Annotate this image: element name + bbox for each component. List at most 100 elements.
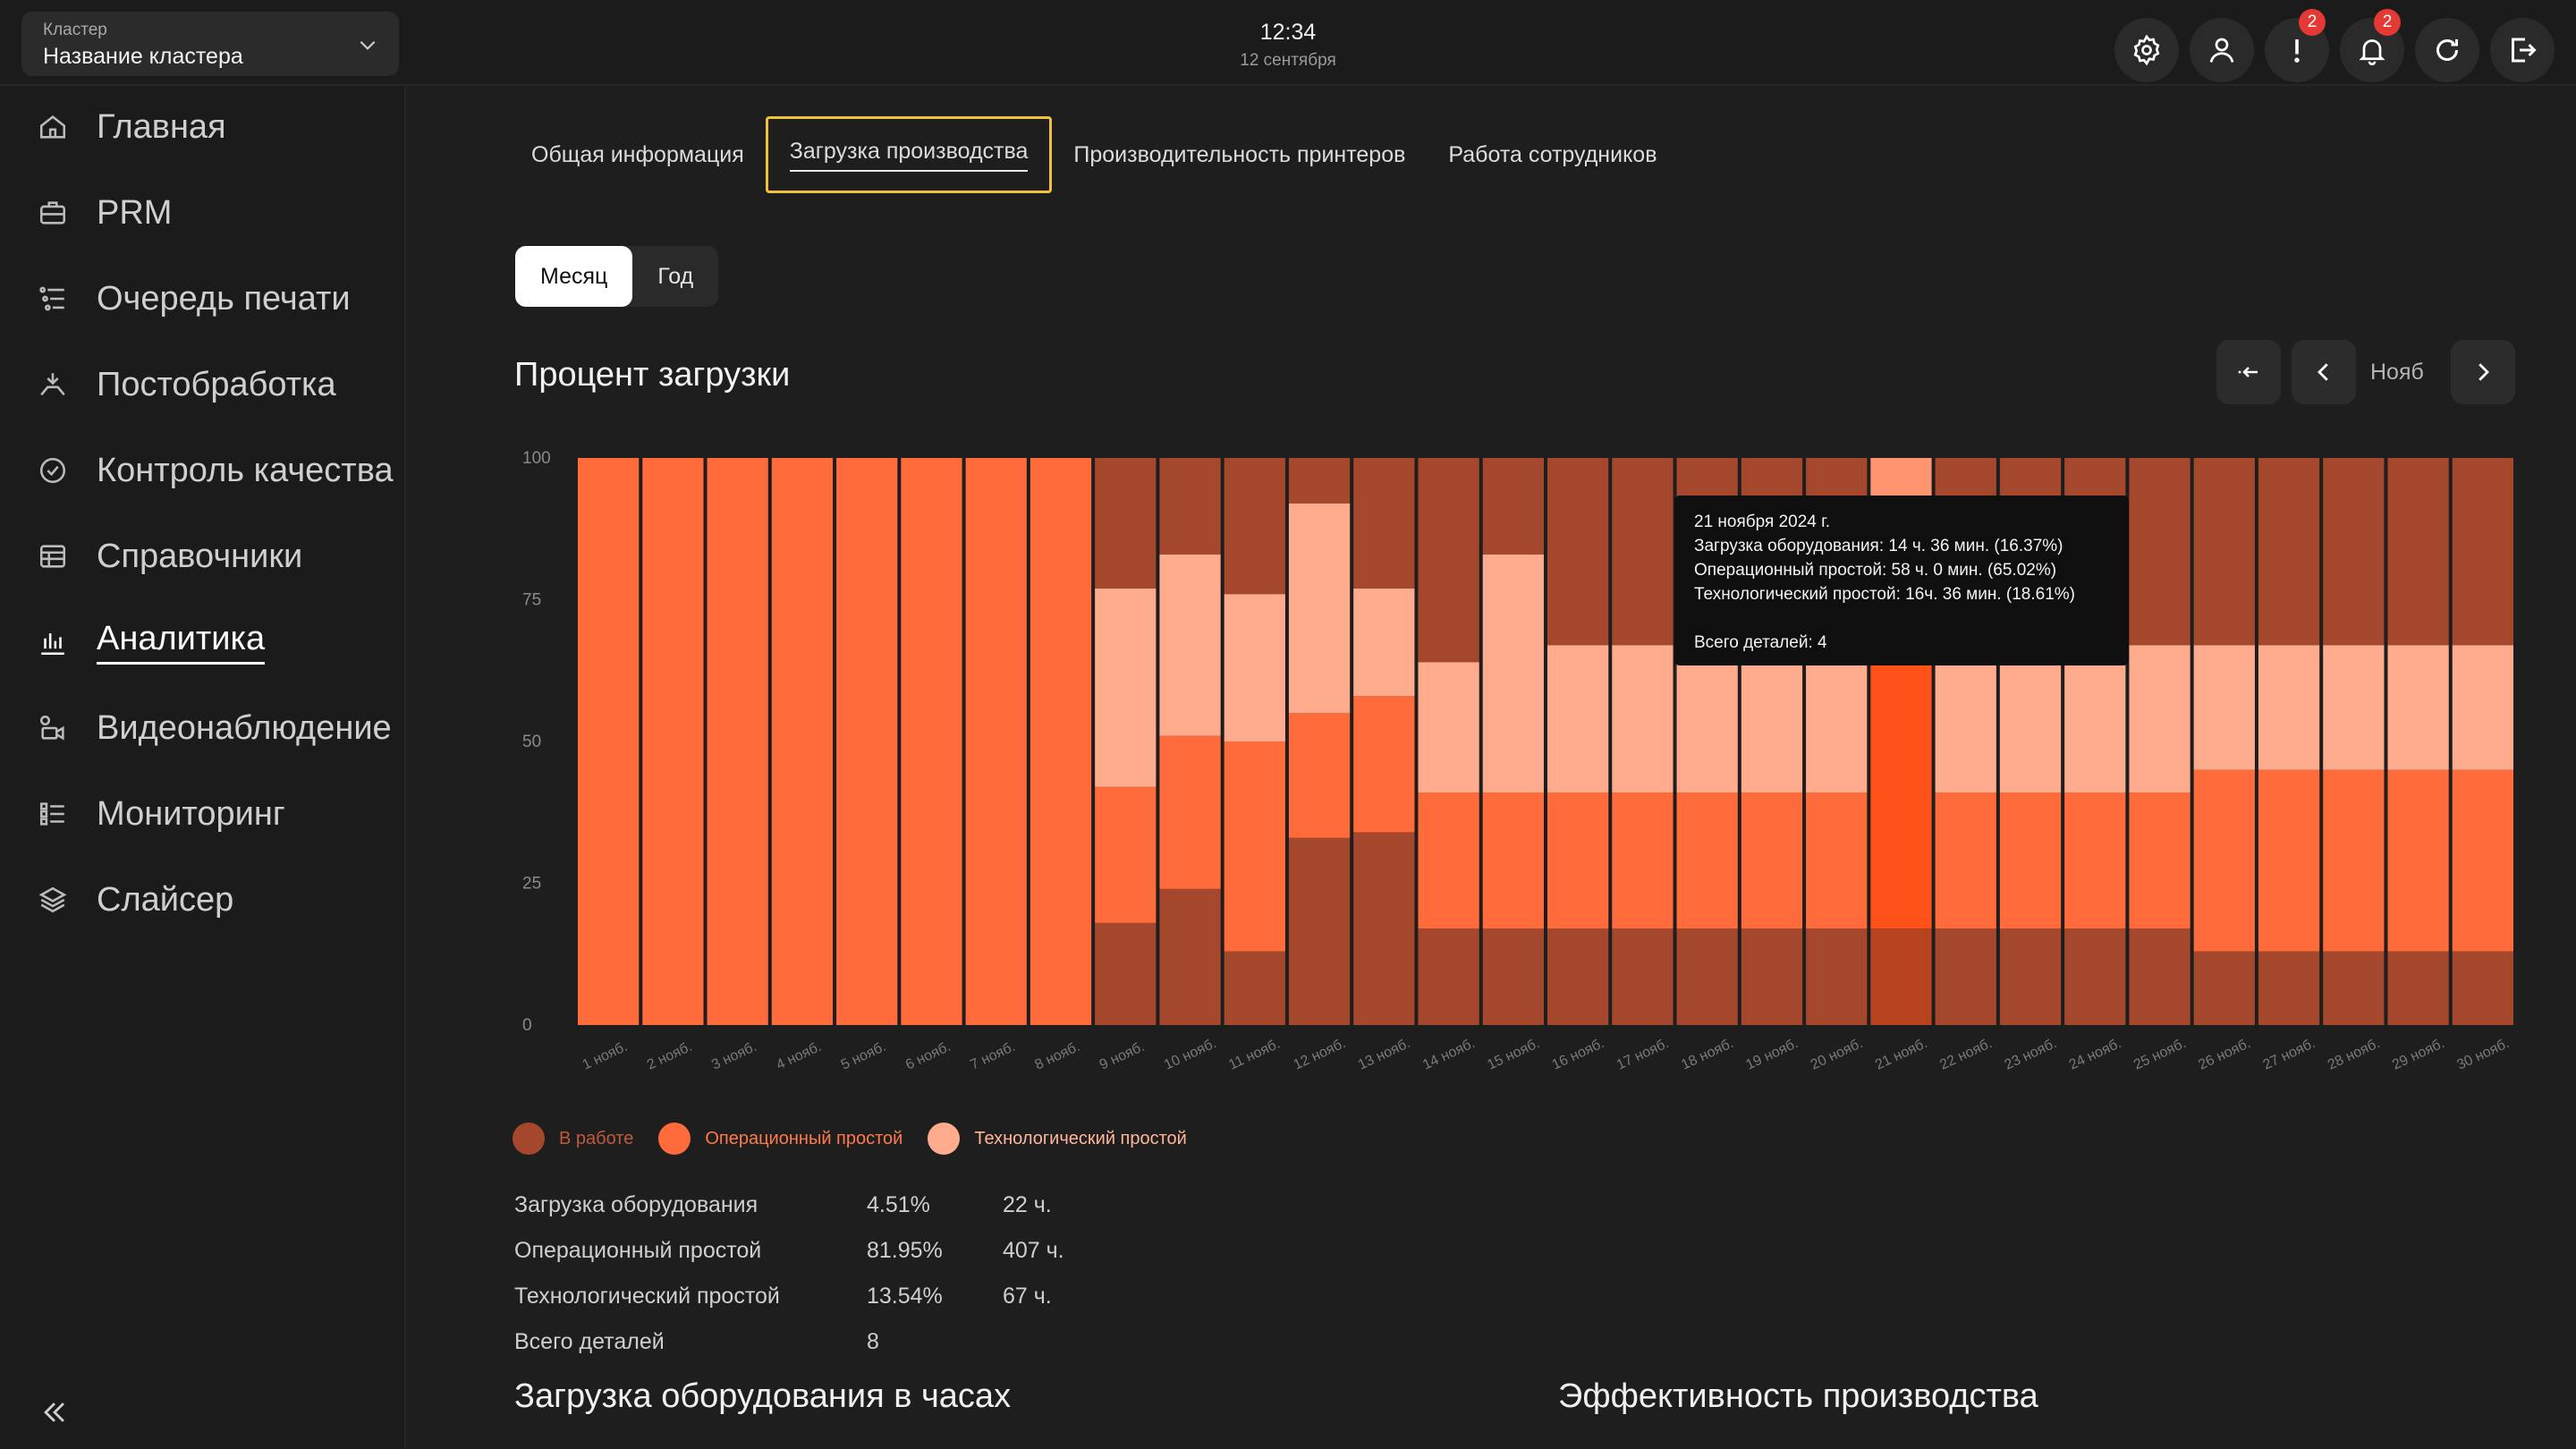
bar-segment-op-idle[interactable]: [1288, 713, 1351, 838]
sidebar-item-quality[interactable]: Контроль качества: [38, 444, 394, 497]
bar-segment-op-idle[interactable]: [707, 458, 768, 1025]
bar-segment-op-idle[interactable]: [836, 458, 898, 1025]
bar-segment-remainder[interactable]: [2129, 458, 2190, 646]
bar-segment-remainder[interactable]: [1095, 458, 1157, 589]
bar-segment-work[interactable]: [1999, 928, 2062, 1025]
bar-segment-remainder[interactable]: [1288, 458, 1351, 504]
bar-segment-work[interactable]: [2129, 928, 2190, 1025]
bar-segment-remainder[interactable]: [1612, 458, 1674, 646]
bar-segment-op-idle[interactable]: [1159, 735, 1221, 889]
bar-segment-tech-idle[interactable]: [1676, 645, 1738, 793]
next-month-button[interactable]: [2451, 340, 2515, 404]
bar-segment-remainder[interactable]: [1353, 458, 1415, 589]
alerts-button[interactable]: 2: [2265, 9, 2329, 82]
bar-segment-work[interactable]: [1482, 928, 1544, 1025]
bar-segment-work[interactable]: [2064, 928, 2126, 1025]
bar-segment-tech-idle[interactable]: [1224, 594, 1285, 741]
bar-segment-tech-idle[interactable]: [1353, 588, 1415, 697]
bar-segment-work[interactable]: [1353, 832, 1415, 1025]
bar-segment-op-idle[interactable]: [2193, 769, 2255, 952]
bar-segment-work[interactable]: [1418, 928, 1479, 1025]
bar-segment-op-idle[interactable]: [642, 458, 704, 1025]
bar-segment-op-idle[interactable]: [771, 458, 834, 1025]
sidebar-item-references[interactable]: Справочники: [38, 530, 302, 583]
bar-segment-work[interactable]: [1095, 922, 1157, 1025]
bar-segment-work[interactable]: [1224, 951, 1285, 1025]
bar-segment-op-idle[interactable]: [2129, 792, 2190, 929]
bar-segment-tech-idle[interactable]: [1741, 645, 1803, 793]
sidebar-item-postprocessing[interactable]: Постобработка: [38, 358, 336, 411]
legend-item-op-idle[interactable]: Операционный простой: [658, 1123, 902, 1155]
bar-segment-tech-idle[interactable]: [2129, 645, 2190, 793]
bar-segment-remainder[interactable]: [1547, 458, 1609, 646]
bar-segment-op-idle[interactable]: [1353, 696, 1415, 833]
bar-segment-op-idle[interactable]: [1418, 792, 1479, 929]
bar-segment-tech-idle[interactable]: [1999, 645, 2062, 793]
bar-segment-tech-idle[interactable]: [1095, 588, 1157, 787]
bar-segment-op-idle[interactable]: [1482, 792, 1544, 929]
bar-segment-tech-idle[interactable]: [2258, 645, 2320, 770]
bar-segment-remainder[interactable]: [2387, 458, 2449, 646]
bar-segment-remainder[interactable]: [2452, 458, 2513, 646]
bar-segment-tech-idle[interactable]: [2193, 645, 2255, 770]
sidebar-item-video[interactable]: Видеонаблюдение: [38, 701, 392, 755]
refresh-button[interactable]: [2415, 18, 2479, 82]
logout-button[interactable]: [2490, 18, 2555, 82]
profile-button[interactable]: [2190, 18, 2254, 82]
bar-segment-tech-idle[interactable]: [1612, 645, 1674, 793]
bar-segment-remainder[interactable]: [2193, 458, 2255, 646]
bar-segment-op-idle[interactable]: [901, 458, 962, 1025]
bar-segment-work[interactable]: [1612, 928, 1674, 1025]
period-month-button[interactable]: Месяц: [515, 246, 633, 307]
bar-segment-tech-idle[interactable]: [1806, 645, 1868, 793]
bar-segment-op-idle[interactable]: [1741, 792, 1803, 929]
bar-segment-tech-idle[interactable]: [2064, 645, 2126, 793]
bar-segment-op-idle[interactable]: [965, 458, 1027, 1025]
bar-segment-remainder[interactable]: [2323, 458, 2385, 646]
bar-segment-op-idle[interactable]: [2258, 769, 2320, 952]
bar-segment-op-idle[interactable]: [2064, 792, 2126, 929]
bar-segment-op-idle[interactable]: [1999, 792, 2062, 929]
bar-segment-tech-idle[interactable]: [1935, 645, 1996, 793]
bar-segment-op-idle[interactable]: [1612, 792, 1674, 929]
bar-segment-op-idle[interactable]: [1806, 792, 1868, 929]
bar-segment-tech-idle[interactable]: [1159, 554, 1221, 736]
bar-segment-op-idle[interactable]: [1224, 741, 1285, 952]
bar-segment-remainder[interactable]: [1418, 458, 1479, 663]
sidebar-item-prm[interactable]: PRM: [38, 186, 172, 240]
collapse-sidebar-icon[interactable]: [39, 1397, 70, 1428]
sidebar-item-monitoring[interactable]: Мониторинг: [38, 787, 285, 841]
bar-segment-op-idle[interactable]: [1030, 458, 1092, 1025]
bar-segment-tech-idle[interactable]: [1482, 554, 1544, 793]
bar-segment-op-idle[interactable]: [2387, 769, 2449, 952]
sidebar-item-home[interactable]: Главная: [38, 100, 226, 154]
cluster-select[interactable]: Кластер Название кластера: [21, 12, 399, 76]
bar-segment-op-idle[interactable]: [1547, 792, 1609, 929]
bar-segment-tech-idle[interactable]: [2387, 645, 2449, 770]
bar-segment-work[interactable]: [1547, 928, 1609, 1025]
bar-segment-op-idle[interactable]: [578, 458, 640, 1025]
bar-segment-remainder[interactable]: [1224, 458, 1285, 595]
bar-segment-tech-idle[interactable]: [1547, 645, 1609, 793]
bar-segment-work[interactable]: [1935, 928, 1996, 1025]
bar-segment-op-idle[interactable]: [1676, 792, 1738, 929]
bar-segment-work[interactable]: [1870, 928, 1932, 1025]
bar-segment-work[interactable]: [2452, 951, 2513, 1025]
bar-segment-work[interactable]: [2323, 951, 2385, 1025]
period-year-button[interactable]: Год: [632, 246, 718, 307]
bar-segment-work[interactable]: [2193, 951, 2255, 1025]
bar-segment-tech-idle[interactable]: [2452, 645, 2513, 770]
bar-segment-work[interactable]: [1741, 928, 1803, 1025]
tab-printer-performance[interactable]: Производительность принтеров: [1052, 116, 1427, 193]
bar-segment-op-idle[interactable]: [1095, 786, 1157, 923]
bar-segment-work[interactable]: [1806, 928, 1868, 1025]
bar-segment-tech-idle[interactable]: [1288, 503, 1351, 714]
bar-segment-op-idle[interactable]: [2323, 769, 2385, 952]
bar-segment-work[interactable]: [1676, 928, 1738, 1025]
back-to-current-button[interactable]: [2216, 340, 2281, 404]
bar-segment-work[interactable]: [1159, 888, 1221, 1025]
bar-segment-tech-idle[interactable]: [2323, 645, 2385, 770]
bar-segment-op-idle[interactable]: [1935, 792, 1996, 929]
bar-segment-remainder[interactable]: [1159, 458, 1221, 555]
legend-item-work[interactable]: В работе: [513, 1123, 633, 1155]
